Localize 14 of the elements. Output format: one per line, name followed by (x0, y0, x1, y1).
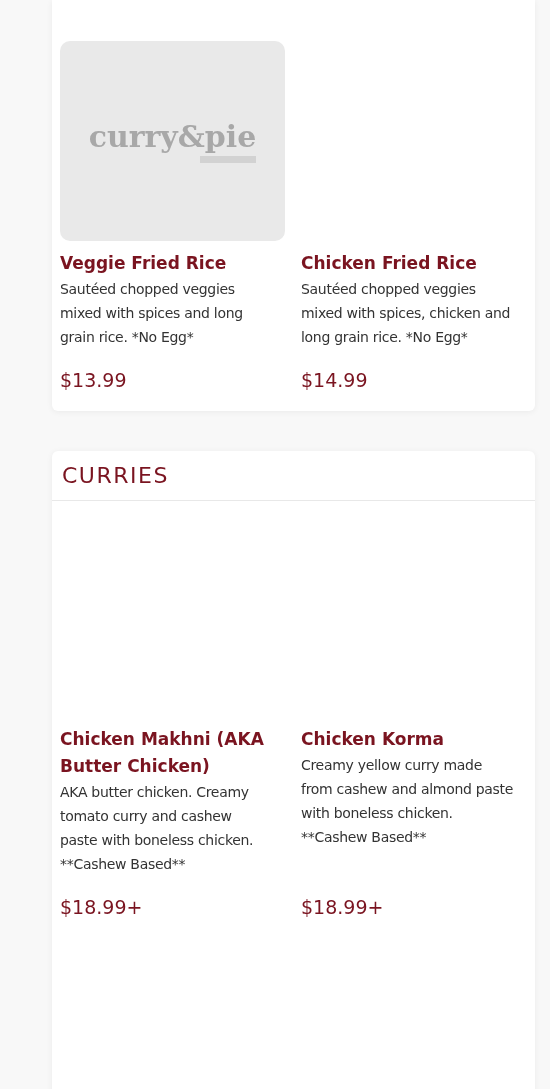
item-name[interactable]: Veggie Fried Rice (60, 250, 285, 277)
item-description: Sautéed chopped veggies mixed with spices, chicken and long grain rice. *No Egg* (301, 280, 512, 347)
item-name[interactable]: Chicken Korma (301, 726, 529, 753)
item-price: $18.99+ (60, 895, 144, 918)
item-price: $18.99+ (301, 895, 385, 918)
item-price: $13.99 (60, 368, 128, 391)
section-title: CURRIES (62, 463, 169, 488)
logo-text: curry&pie (88, 119, 257, 154)
item-description: Sautéed chopped veggies mixed with spices and long grain rice. *No Egg* (60, 280, 244, 347)
item-name[interactable]: Chicken Fried Rice (301, 250, 529, 277)
item-description: AKA butter chicken. Creamy tomato curry and cashew paste with boneless chicken. **Cashew Based** (60, 783, 255, 874)
item-name[interactable]: Chicken Makhni (AKA Butter Chicken) (60, 726, 285, 780)
item-price: $14.99 (301, 368, 369, 391)
item-description: Creamy yellow curry made from cashew and almond paste with boneless chicken. **Cashew Based** (301, 756, 515, 847)
